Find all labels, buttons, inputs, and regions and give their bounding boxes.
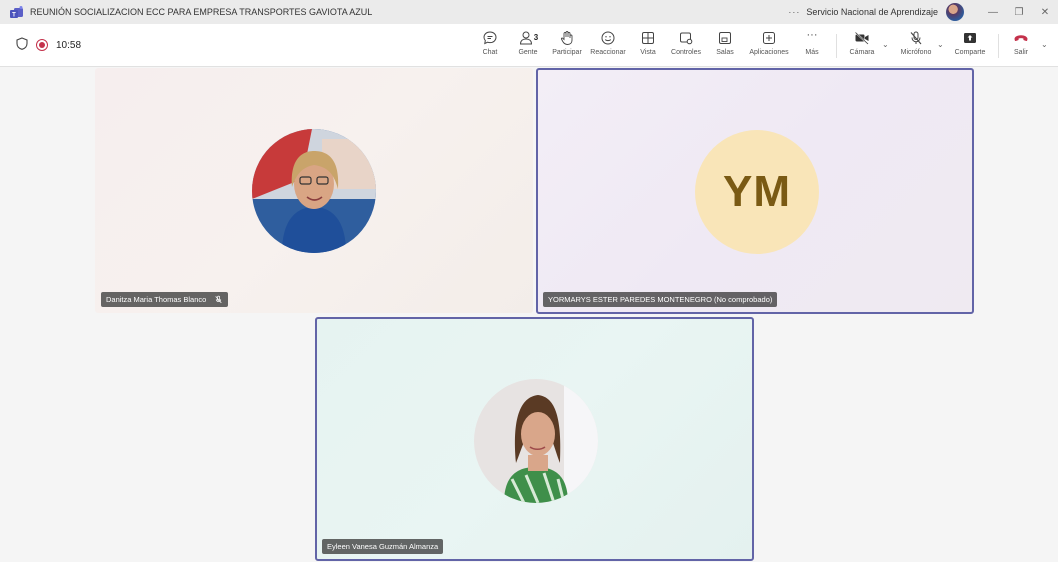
- smiley-icon: [601, 31, 615, 45]
- people-button[interactable]: 3 Gente: [513, 27, 543, 63]
- toolbar-divider: [998, 34, 999, 58]
- rooms-button[interactable]: Salas: [713, 27, 737, 63]
- participant-tile-danitza[interactable]: Danitza Maria Thomas Blanco: [95, 68, 533, 313]
- svg-text:T: T: [12, 13, 16, 19]
- participant-name: YORMARYS ESTER PAREDES MONTENEGRO (No co…: [548, 295, 773, 304]
- minimize-button[interactable]: —: [980, 7, 1006, 18]
- user-avatar[interactable]: [946, 3, 964, 21]
- more-options-button[interactable]: ···: [788, 7, 800, 17]
- restore-button[interactable]: ❐: [1006, 7, 1032, 18]
- window-title: REUNIÓN SOCIALIZACION ECC PARA EMPRESA T…: [30, 7, 373, 17]
- chat-button[interactable]: Chat: [478, 27, 502, 63]
- participant-name: Danitza Maria Thomas Blanco: [106, 295, 207, 304]
- meeting-timer: 10:58: [56, 39, 82, 51]
- raise-hand-icon: [560, 31, 573, 45]
- controls-icon: [680, 32, 693, 45]
- participant-name-tag: Danitza Maria Thomas Blanco: [101, 292, 229, 307]
- add-app-icon: [763, 32, 775, 44]
- hang-up-icon: [1014, 35, 1028, 42]
- share-screen-icon: [964, 33, 976, 43]
- microphone-muted-icon: [910, 31, 922, 45]
- participant-initials: YM: [723, 167, 791, 216]
- teams-logo-icon: T: [10, 6, 24, 18]
- participant-photo: [474, 379, 598, 503]
- organization-name[interactable]: Servicio Nacional de Aprendizaje: [806, 7, 938, 17]
- participant-name: Eyleen Vanesa Guzmán Almanza: [327, 542, 439, 551]
- participant-tile-yormarys[interactable]: YM YORMARYS ESTER PAREDES MONTENEGRO (No…: [536, 68, 974, 314]
- close-button[interactable]: ✕: [1032, 7, 1058, 18]
- view-button[interactable]: Vista: [636, 27, 660, 63]
- camera-off-icon: [854, 31, 869, 45]
- microphone-button[interactable]: Micrófono: [897, 27, 935, 63]
- camera-options-chevron-icon[interactable]: ⌄: [882, 40, 889, 49]
- grid-view-icon: [642, 32, 654, 44]
- leave-button[interactable]: Salir: [1008, 27, 1034, 63]
- react-button[interactable]: Reaccionar: [588, 27, 628, 63]
- toolbar-divider: [836, 34, 837, 58]
- chat-icon: [483, 31, 497, 45]
- recording-indicator-icon: [36, 39, 48, 51]
- shield-icon[interactable]: [16, 37, 28, 53]
- microphone-options-chevron-icon[interactable]: ⌄: [937, 40, 944, 49]
- more-icon: ···: [806, 29, 818, 41]
- breakout-rooms-icon: [719, 32, 731, 44]
- participant-name-tag: Eyleen Vanesa Guzmán Almanza: [322, 539, 444, 554]
- title-bar: T REUNIÓN SOCIALIZACION ECC PARA EMPRESA…: [0, 0, 1058, 24]
- share-button[interactable]: Comparte: [952, 27, 988, 63]
- more-button[interactable]: ··· Más: [800, 27, 824, 63]
- people-count: 3: [533, 33, 539, 42]
- apps-button[interactable]: Aplicaciones: [746, 27, 792, 63]
- controls-button[interactable]: Controles: [668, 27, 704, 63]
- participant-photo: [252, 129, 376, 253]
- participant-tile-eyleen[interactable]: Eyleen Vanesa Guzmán Almanza: [315, 317, 754, 561]
- participant-name-tag: YORMARYS ESTER PAREDES MONTENEGRO (No co…: [543, 292, 778, 307]
- microphone-muted-icon: [215, 295, 222, 304]
- meeting-toolbar: 10:58 Chat 3 Gente Participar Reaccionar…: [0, 24, 1058, 67]
- video-stage: Danitza Maria Thomas Blanco YM YORMARYS …: [0, 67, 1058, 562]
- camera-button[interactable]: Cámara: [846, 27, 878, 63]
- participant-initials-avatar: YM: [695, 130, 819, 254]
- raise-hand-button[interactable]: Participar: [549, 27, 585, 63]
- leave-options-chevron-icon[interactable]: ⌄: [1041, 40, 1048, 49]
- people-icon: [519, 31, 532, 45]
